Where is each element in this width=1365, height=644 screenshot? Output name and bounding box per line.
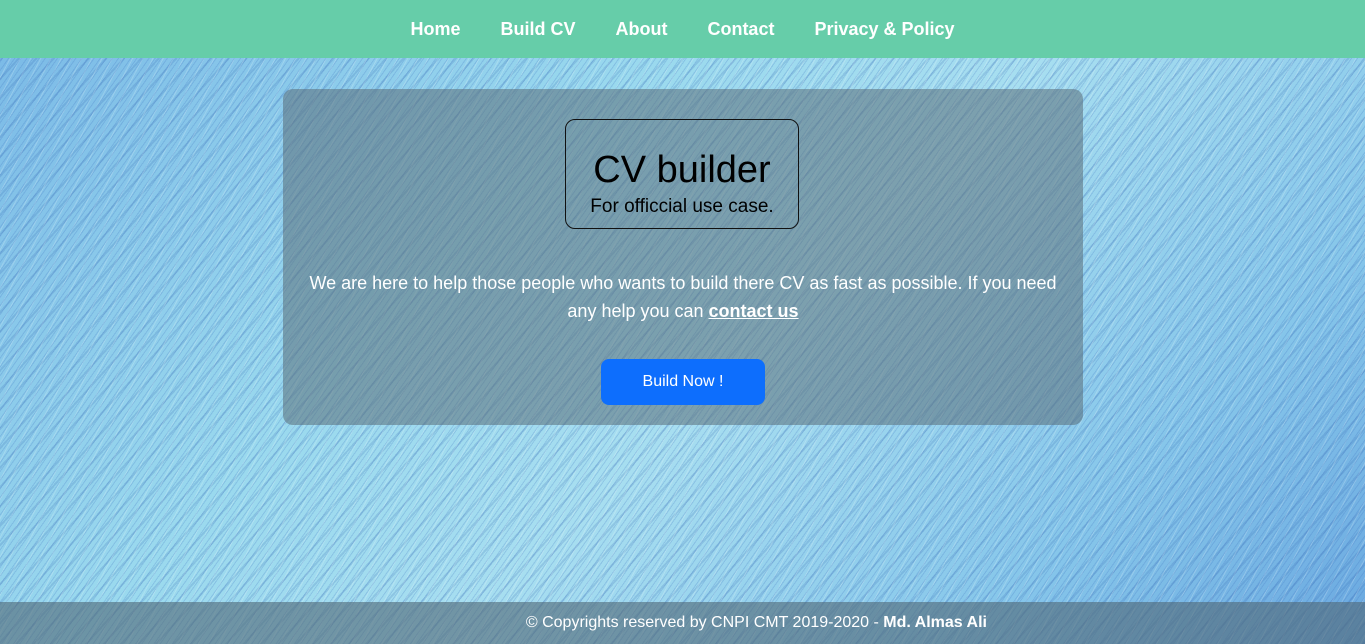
footer-copyright: © Copyrights reserved by CNPI CMT 2019-2… <box>525 614 884 631</box>
contact-us-link[interactable]: contact us <box>709 301 799 321</box>
top-navbar: Home Build CV About Contact Privacy & Po… <box>0 0 1365 58</box>
footer-author: Md. Almas Ali <box>883 614 987 631</box>
page-title: CV builder <box>593 149 771 191</box>
page-subtitle: For officcial use case. <box>590 196 774 217</box>
nav-link-contact[interactable]: Contact <box>707 19 774 40</box>
nav-link-privacy-policy[interactable]: Privacy & Policy <box>814 19 954 40</box>
nav-link-home[interactable]: Home <box>410 19 460 40</box>
title-box: CV builder For officcial use case. <box>565 119 799 229</box>
footer: © Copyrights reserved by CNPI CMT 2019-2… <box>0 602 1365 644</box>
nav-link-build-cv[interactable]: Build CV <box>500 19 575 40</box>
build-now-button[interactable]: Build Now ! <box>601 359 765 405</box>
nav-link-about[interactable]: About <box>615 19 667 40</box>
hero-card: CV builder For officcial use case. We ar… <box>283 89 1083 425</box>
intro-text: We are here to help those people who wan… <box>309 273 1057 321</box>
intro-paragraph: We are here to help those people who wan… <box>303 269 1063 325</box>
